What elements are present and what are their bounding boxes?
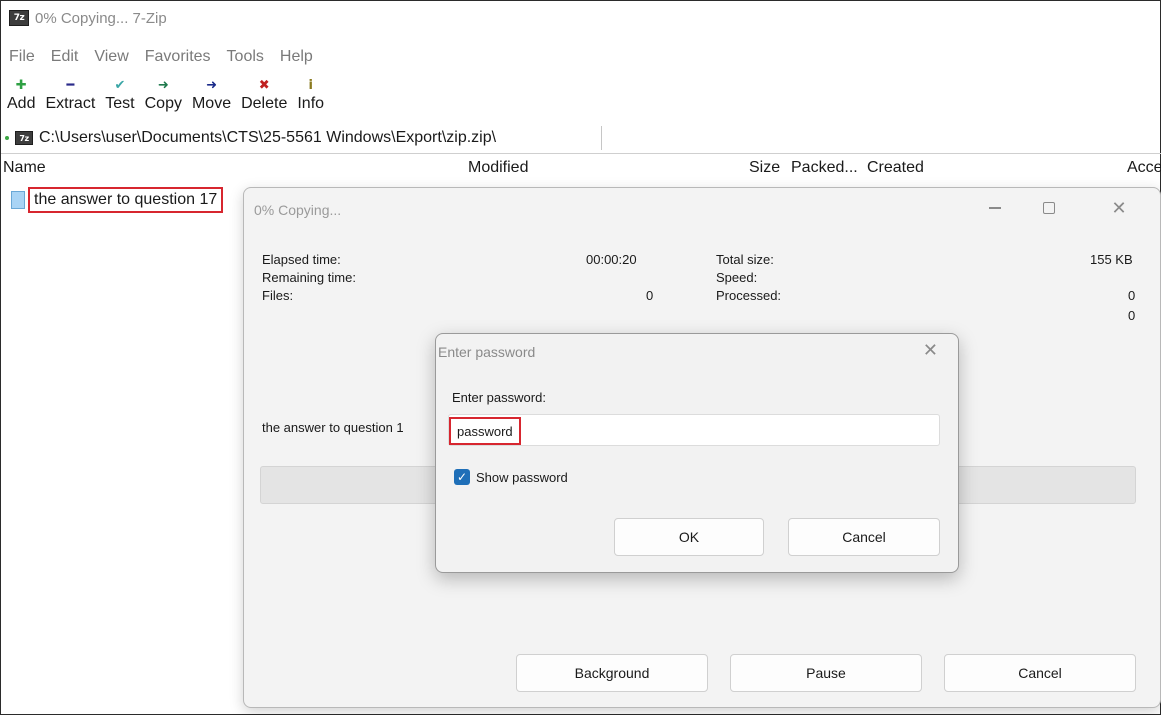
minimize-button[interactable] — [980, 196, 1010, 220]
ok-button[interactable]: OK — [614, 518, 764, 556]
password-dialog-close-button[interactable]: ✕ — [923, 340, 938, 361]
main-window-title-bar: 7z 0% Copying... 7-Zip — [9, 6, 167, 30]
file-icon — [11, 191, 25, 209]
check-icon: ✔ — [114, 78, 126, 93]
copy-button-label: Copy — [144, 95, 182, 112]
add-button[interactable]: ✚ Add — [7, 77, 35, 113]
password-field-label: Enter password: — [452, 390, 546, 405]
info-icon: i — [308, 78, 313, 93]
add-button-label: Add — [7, 95, 36, 112]
remaining-time-label: Remaining time: — [262, 270, 356, 285]
extract-button-label: Extract — [45, 95, 96, 112]
address-dot-icon — [5, 136, 9, 140]
info-button[interactable]: i Info — [297, 77, 324, 113]
total-size-label: Total size: — [716, 252, 774, 267]
menu-help[interactable]: Help — [280, 48, 313, 66]
column-header-modified[interactable]: Modified — [468, 159, 528, 177]
app-7zip-icon: 7z — [9, 10, 29, 26]
elapsed-time-label: Elapsed time: — [262, 252, 341, 267]
copy-button[interactable]: ➜ Copy — [145, 77, 182, 113]
compressed-value: 0 — [1128, 308, 1136, 323]
processed-label: Processed: — [716, 288, 782, 303]
archive-icon: 7z — [15, 131, 33, 145]
minimize-icon — [989, 207, 1001, 209]
enter-password-dialog: Enter password ✕ Enter password: passwor… — [435, 333, 959, 573]
show-password-label: Show password — [476, 469, 568, 485]
background-button[interactable]: Background — [516, 654, 708, 692]
column-header-accessed[interactable]: Acce — [1127, 159, 1161, 177]
main-window-title: 0% Copying... 7-Zip — [35, 9, 167, 27]
show-password-checkbox[interactable]: ✓ — [454, 469, 470, 485]
current-file-name: the answer to question 1 — [262, 420, 404, 435]
minus-icon: ━ — [66, 78, 75, 93]
move-button[interactable]: ➜ Move — [192, 77, 231, 113]
move-button-label: Move — [191, 95, 232, 112]
delete-button[interactable]: ✖ Delete — [241, 77, 287, 113]
password-input[interactable]: password — [448, 414, 940, 446]
password-dialog-title: Enter password — [438, 344, 536, 360]
screenshot-frame: 7z 0% Copying... 7-Zip File Edit View Fa… — [0, 0, 1161, 715]
processed-value: 0 — [1128, 288, 1136, 303]
total-size-value: 155 KB — [1090, 252, 1133, 267]
address-divider — [601, 126, 602, 150]
password-input-value[interactable]: password — [449, 417, 521, 445]
column-header-packed[interactable]: Packed... — [791, 159, 858, 177]
address-bar[interactable]: 7z C:\Users\user\Documents\CTS\25-5561 W… — [5, 126, 605, 150]
files-value: 0 — [646, 288, 654, 303]
test-button-label: Test — [105, 95, 135, 112]
toolbar: ✚ Add ━ Extract ✔ Test ➜ Copy ➜ Move ✖ D… — [7, 77, 324, 113]
menu-file[interactable]: File — [9, 48, 35, 66]
close-button[interactable]: ✕ — [1104, 196, 1134, 220]
extract-button[interactable]: ━ Extract — [45, 77, 95, 113]
header-separator — [1, 153, 1161, 154]
elapsed-time-value: 00:00:20 — [586, 252, 637, 267]
column-header-name[interactable]: Name — [3, 159, 46, 177]
maximize-icon — [1043, 202, 1055, 214]
info-button-label: Info — [297, 95, 325, 112]
address-path[interactable]: C:\Users\user\Documents\CTS\25-5561 Wind… — [39, 129, 496, 147]
menu-view[interactable]: View — [94, 48, 128, 66]
cancel-copy-button[interactable]: Cancel — [944, 654, 1136, 692]
file-list-item[interactable]: the answer to question 17 — [11, 187, 224, 213]
menu-favorites[interactable]: Favorites — [145, 48, 211, 66]
pause-button[interactable]: Pause — [730, 654, 922, 692]
checkmark-icon: ✓ — [456, 470, 468, 484]
x-icon: ✖ — [258, 78, 270, 93]
cancel-password-button[interactable]: Cancel — [788, 518, 940, 556]
column-header-created[interactable]: Created — [867, 159, 924, 177]
file-name[interactable]: the answer to question 17 — [28, 187, 224, 213]
menu-edit[interactable]: Edit — [51, 48, 79, 66]
arrow-right-icon: ➜ — [157, 78, 169, 93]
files-label: Files: — [262, 288, 294, 303]
close-icon: ✕ — [1111, 197, 1127, 218]
maximize-button[interactable] — [1034, 196, 1064, 220]
copying-dialog-title: 0% Copying... — [254, 202, 342, 218]
show-password-toggle[interactable]: ✓ Show password — [454, 469, 568, 485]
plus-icon: ✚ — [15, 78, 27, 93]
menu-tools[interactable]: Tools — [227, 48, 264, 66]
test-button[interactable]: ✔ Test — [105, 77, 134, 113]
close-icon: ✕ — [922, 340, 938, 360]
speed-label: Speed: — [716, 270, 758, 285]
delete-button-label: Delete — [241, 95, 288, 112]
menu-bar: File Edit View Favorites Tools Help — [9, 48, 313, 66]
column-header-size[interactable]: Size — [749, 159, 780, 177]
arrow-right-icon: ➜ — [206, 78, 217, 93]
